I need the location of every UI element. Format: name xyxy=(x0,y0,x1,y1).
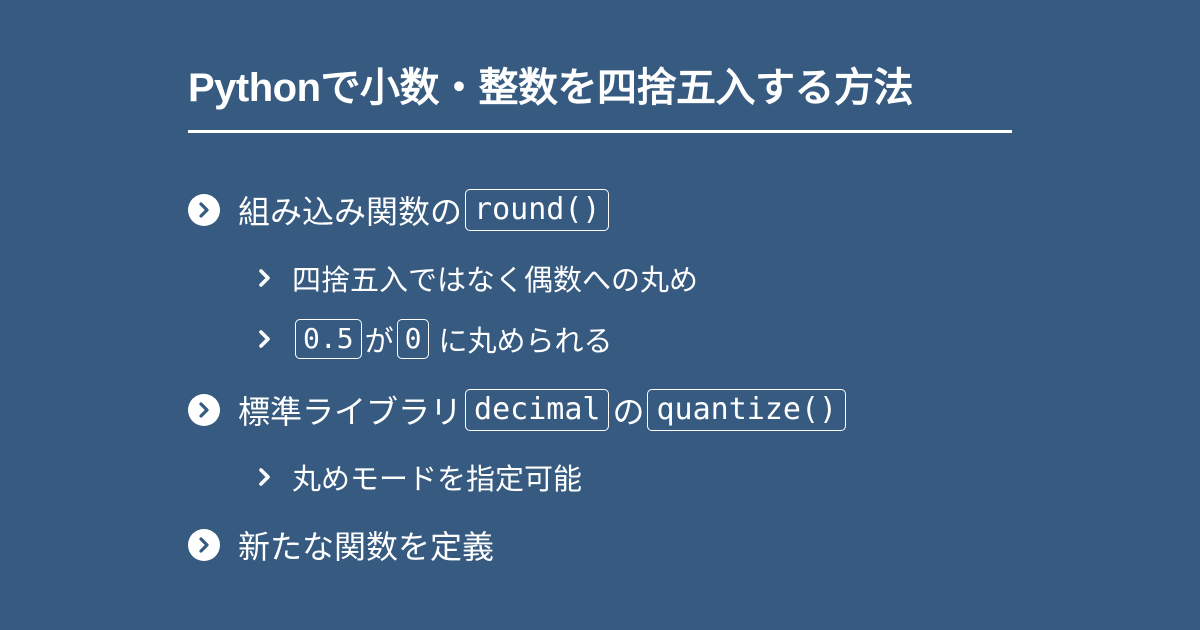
list-item: 丸めモードを指定可能 xyxy=(256,452,582,502)
list-item: 新たな関数を定義 xyxy=(188,520,494,570)
slide-card: Pythonで小数・整数を四捨五入する方法 組み込み関数の round() 四捨… xyxy=(188,60,1012,566)
code-0: 0 xyxy=(396,319,430,359)
list-item: 0.5 が 0 に丸められる xyxy=(256,314,612,364)
item-text: の xyxy=(612,393,645,431)
item-text: 四捨五入ではなく偶数への丸め xyxy=(292,263,699,297)
code-quantize: quantize() xyxy=(647,389,847,431)
chevron-circle-icon xyxy=(188,529,220,561)
item-text: が xyxy=(364,324,394,358)
list-item: 標準ライブラリ decimal の quantize() xyxy=(188,385,849,435)
list-item: 組み込み関数の round() xyxy=(188,185,612,235)
chevron-circle-icon xyxy=(188,394,220,426)
item-text: 標準ライブラリ xyxy=(238,393,463,431)
page-title: Pythonで小数・整数を四捨五入する方法 xyxy=(188,66,914,110)
item-text: 新たな関数を定義 xyxy=(238,528,495,566)
code-0-5: 0.5 xyxy=(295,319,362,359)
list-item: 四捨五入ではなく偶数への丸め xyxy=(256,253,698,303)
title-divider xyxy=(188,130,1012,133)
chevron-right-icon xyxy=(256,328,274,350)
chevron-right-icon xyxy=(256,267,274,289)
item-text: に丸められる xyxy=(438,324,613,358)
item-text: 組み込み関数の xyxy=(238,193,463,231)
code-round: round() xyxy=(465,189,610,231)
chevron-right-icon xyxy=(256,466,274,488)
code-decimal: decimal xyxy=(465,389,610,431)
item-text: 丸めモードを指定可能 xyxy=(292,462,583,496)
chevron-circle-icon xyxy=(188,194,220,226)
